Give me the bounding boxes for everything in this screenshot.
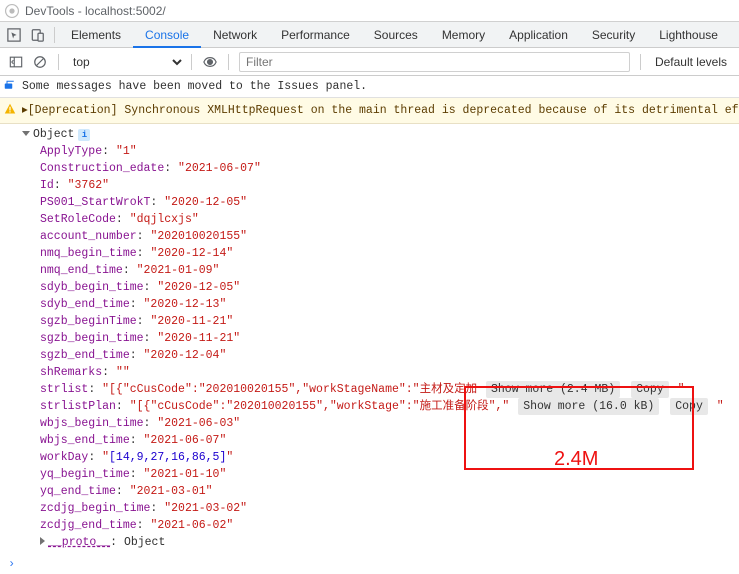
proto-row[interactable]: __proto__: Object (4, 534, 739, 551)
prop-row: sdyb_begin_time: "2020-12-05" (4, 279, 739, 296)
warning-icon (4, 103, 16, 119)
tab-bar: Elements Console Network Performance Sou… (0, 22, 739, 48)
tab-sources[interactable]: Sources (362, 22, 430, 48)
context-selector[interactable]: top (65, 52, 185, 72)
tab-lighthouse[interactable]: Lighthouse (647, 22, 730, 48)
window-title: DevTools - localhost:5002/ (25, 4, 166, 18)
prop-row: PS001_StartWrokT: "2020-12-05" (4, 194, 739, 211)
issues-icon (4, 79, 16, 95)
info-icon[interactable]: i (78, 129, 90, 141)
prop-row: SetRoleCode: "dqjlcxjs" (4, 211, 739, 228)
prop-row: Construction_edate: "2021-06-07" (4, 160, 739, 177)
prop-row: nmq_end_time: "2021-01-09" (4, 262, 739, 279)
prop-row: yq_end_time: "2021-03-01" (4, 483, 739, 500)
console-prompt[interactable]: › (0, 553, 739, 574)
prop-row: yq_begin_time: "2021-01-10" (4, 466, 739, 483)
prop-row: sgzb_begin_time: "2020-11-21" (4, 330, 739, 347)
chevron-right-icon[interactable] (40, 537, 45, 545)
tab-network[interactable]: Network (201, 22, 269, 48)
tab-elements[interactable]: Elements (59, 22, 133, 48)
prop-row: wbjs_begin_time: "2021-06-03" (4, 415, 739, 432)
chevron-down-icon[interactable] (22, 131, 30, 136)
annotation-label: 2.4M (554, 448, 598, 471)
prop-row: strlistPlan: "[{"cCusCode":"202010020155… (4, 398, 739, 415)
devtools-icon (5, 4, 19, 18)
clear-console-icon[interactable] (28, 50, 52, 74)
tab-performance[interactable]: Performance (269, 22, 362, 48)
issues-text: Some messages have been moved to the Iss… (22, 80, 367, 93)
object-header[interactable]: Objecti (4, 126, 739, 143)
copy-button[interactable]: Copy (670, 398, 708, 415)
live-expression-icon[interactable] (198, 50, 222, 74)
tab-application[interactable]: Application (497, 22, 580, 48)
prop-row: shRemarks: "" (4, 364, 739, 381)
console-output: Objecti ApplyType: "1" Construction_edat… (0, 124, 739, 553)
deprecation-warning: ▸[Deprecation] Synchronous XMLHttpReques… (0, 98, 739, 124)
prop-row: Id: "3762" (4, 177, 739, 194)
prop-row: zcdjg_end_time: "2021-06-02" (4, 517, 739, 534)
tab-console[interactable]: Console (133, 22, 201, 48)
log-levels[interactable]: Default levels (647, 55, 735, 69)
prop-row: sgzb_beginTime: "2020-11-21" (4, 313, 739, 330)
filter-wrap (239, 52, 630, 72)
tab-security[interactable]: Security (580, 22, 647, 48)
prop-row: workDay: "[14,9,27,16,86,5]" (4, 449, 739, 466)
show-more-button[interactable]: Show more (2.4 MB) (486, 381, 620, 398)
prop-row: sdyb_end_time: "2020-12-13" (4, 296, 739, 313)
prop-row: sgzb_end_time: "2020-12-04" (4, 347, 739, 364)
show-console-sidebar-icon[interactable] (4, 50, 28, 74)
tab-memory[interactable]: Memory (430, 22, 497, 48)
prop-row: ApplyType: "1" (4, 143, 739, 160)
inspect-icon[interactable] (2, 23, 26, 47)
filter-input[interactable] (240, 55, 629, 69)
deprecation-text: ▸[Deprecation] Synchronous XMLHttpReques… (22, 102, 739, 117)
device-toggle-icon[interactable] (26, 23, 50, 47)
console-toolbar: top Default levels (0, 48, 739, 76)
prop-row: zcdjg_begin_time: "2021-03-02" (4, 500, 739, 517)
issues-row[interactable]: Some messages have been moved to the Iss… (0, 76, 739, 98)
prop-row: account_number: "202010020155" (4, 228, 739, 245)
prop-row: strlist: "[{"cCusCode":"202010020155","w… (4, 381, 739, 398)
copy-button[interactable]: Copy (631, 381, 669, 398)
window-title-bar: DevTools - localhost:5002/ (0, 0, 739, 22)
prop-row: nmq_begin_time: "2020-12-14" (4, 245, 739, 262)
prop-row: wbjs_end_time: "2021-06-07" (4, 432, 739, 449)
show-more-button[interactable]: Show more (16.0 kB) (518, 398, 659, 415)
